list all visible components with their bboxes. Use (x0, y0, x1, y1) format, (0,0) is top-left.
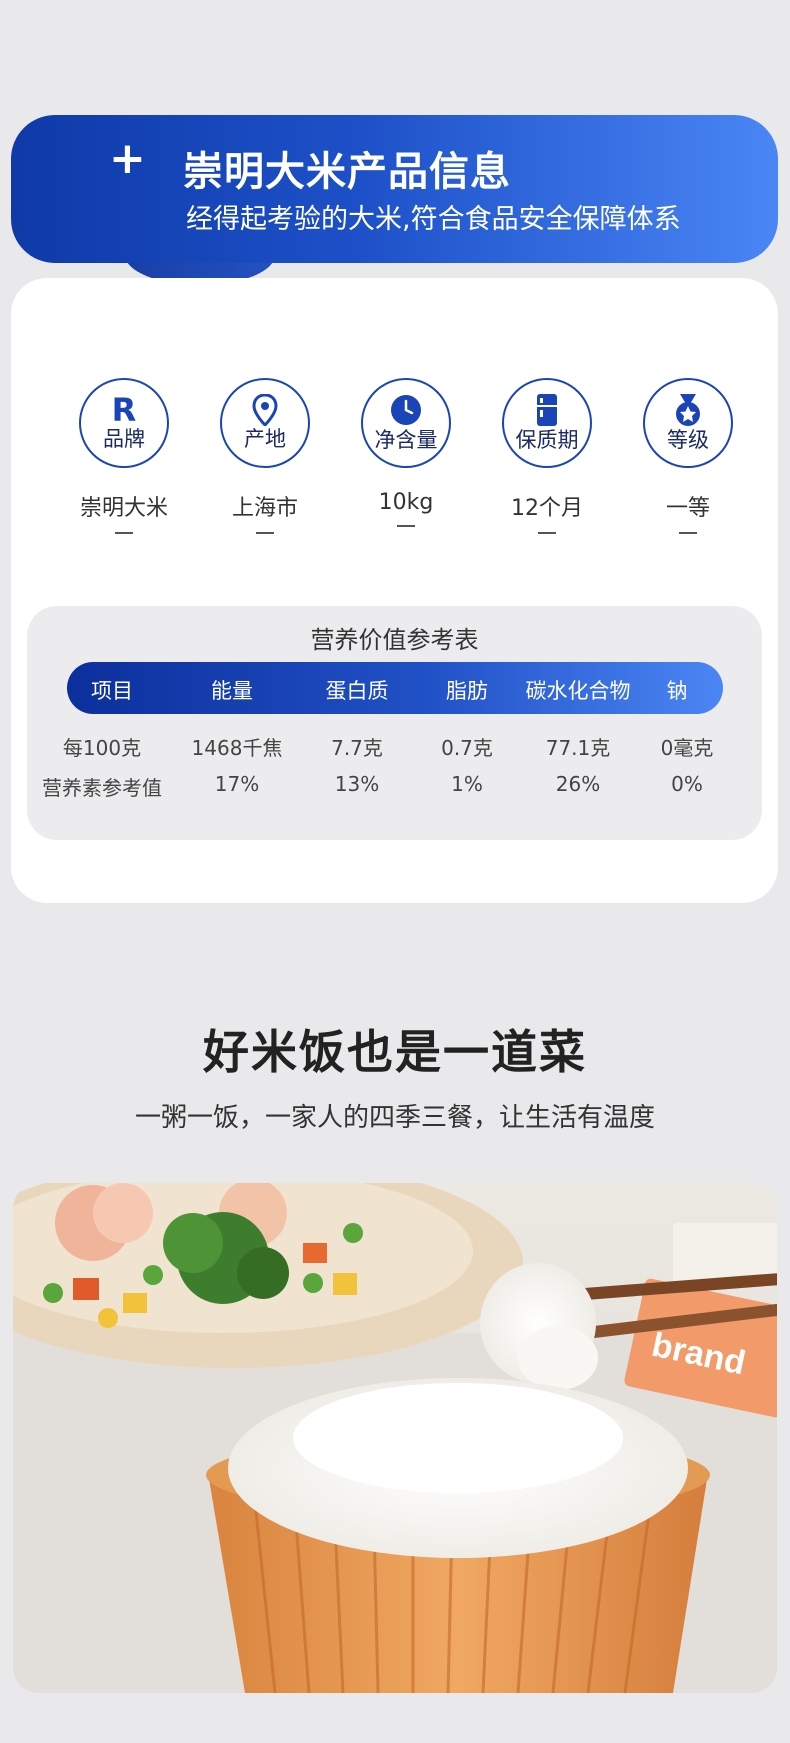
spec-shelf-life-label: 保质期 (515, 428, 579, 453)
spec-icons-row: R 品牌 崇明大米 产地 上海市 净含量 10kg 保质期 12个月 等级 一等 (11, 378, 778, 538)
table-cell: 每100克 (62, 736, 142, 760)
divider (256, 532, 274, 534)
rice-bowl-illustration: brand (13, 1183, 777, 1693)
divider (115, 532, 133, 534)
spec-origin-label: 产地 (244, 427, 286, 452)
nutrition-header-row: 项目 能量 蛋白质 脂肪 碳水化合物 钠 (67, 662, 723, 714)
r-letter-icon: R (111, 391, 137, 430)
header-cell: 脂肪 (446, 679, 488, 703)
product-info-card: R 品牌 崇明大米 产地 上海市 净含量 10kg 保质期 12个月 等级 一等… (11, 278, 778, 903)
spec-grade-value: 一等 (665, 496, 710, 521)
spec-shelf-life-value: 12个月 (511, 496, 583, 521)
section-headline: 好米饭也是一道菜 (203, 1025, 587, 1079)
divider (538, 532, 556, 534)
spec-grade-circle: 等级 (643, 378, 733, 468)
nutrition-row: 每100克 1468千焦 7.7克 0.7克 77.1克 0毫克 (27, 732, 762, 762)
rice-bowl-photo: brand (13, 1183, 777, 1693)
calendar-icon (535, 393, 559, 427)
spec-grade-label: 等级 (667, 428, 709, 453)
spec-weight-label: 净含量 (374, 428, 438, 453)
table-cell: 7.7克 (331, 736, 383, 760)
spec-origin-circle: 产地 (220, 378, 310, 468)
table-cell: 0毫克 (660, 736, 714, 760)
table-cell: 0.7克 (441, 736, 493, 760)
table-cell: 17% (214, 772, 260, 796)
table-cell: 77.1克 (545, 736, 611, 760)
spec-origin-value: 上海市 (231, 496, 298, 521)
spec-shelf-life-circle: 保质期 (502, 378, 592, 468)
spec-brand-circle: R 品牌 (79, 378, 169, 468)
info-banner: + 崇明大米产品信息 经得起考验的大米,符合食品安全保障体系 (11, 115, 778, 263)
spec-grade: 等级 一等 (623, 378, 753, 534)
medal-icon (673, 393, 703, 427)
banner-subtitle: 经得起考验的大米,符合食品安全保障体系 (186, 204, 681, 235)
clock-icon (389, 393, 423, 427)
table-cell: 13% (334, 772, 380, 796)
spec-brand-value: 崇明大米 (79, 496, 168, 521)
table-cell: 1% (451, 772, 483, 796)
spec-weight-circle: 净含量 (361, 378, 451, 468)
table-cell: 1468千焦 (191, 736, 283, 760)
nutrition-table: 营养价值参考表 项目 能量 蛋白质 脂肪 碳水化合物 钠 每100克 1468千… (27, 606, 762, 840)
nutrition-title: 营养价值参考表 (310, 626, 479, 654)
header-cell: 项目 (91, 679, 133, 703)
spec-weight: 净含量 10kg (341, 378, 471, 527)
table-cell: 营养素参考值 (42, 776, 162, 800)
divider (679, 532, 697, 534)
banner-title: 崇明大米产品信息 (183, 149, 511, 195)
table-cell: 0% (671, 772, 703, 796)
spec-shelf-life: 保质期 12个月 (482, 378, 612, 534)
spec-weight-value: 10kg (378, 490, 434, 515)
divider (397, 525, 415, 527)
location-pin-icon (252, 394, 278, 427)
header-cell: 钠 (666, 679, 688, 703)
spec-origin: 产地 上海市 (200, 378, 330, 534)
spec-brand: R 品牌 崇明大米 (59, 378, 189, 534)
table-cell: 26% (555, 772, 601, 796)
header-cell: 蛋白质 (325, 679, 389, 703)
section-subline: 一粥一饭，一家人的四季三餐，让生活有温度 (134, 1103, 655, 1133)
plus-icon: + (109, 133, 146, 184)
spec-brand-label: 品牌 (103, 427, 145, 452)
header-cell: 碳水化合物 (525, 679, 631, 703)
header-cell: 能量 (211, 679, 253, 703)
nutrition-row: 营养素参考值 17% 13% 1% 26% 0% (27, 772, 762, 802)
